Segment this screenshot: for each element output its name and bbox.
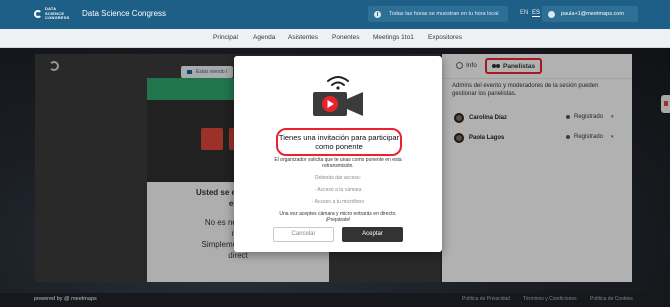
speaker-invitation-modal: Tienes una invitación para participar co…: [234, 56, 442, 252]
user-menu[interactable]: paula+1@meetmaps.com: [542, 6, 638, 22]
modal-subtitle: El organizador solicita que te unas como…: [274, 157, 402, 169]
nav-principal[interactable]: Principal: [213, 34, 238, 41]
logo-mark-icon: [34, 9, 42, 18]
language-es[interactable]: ES: [532, 10, 541, 17]
nav-agenda[interactable]: Agenda: [253, 34, 275, 41]
nav-ponentes[interactable]: Ponentes: [332, 34, 359, 41]
logo-line: CONGRESS: [45, 15, 70, 20]
footer-link-privacy[interactable]: Política de Privacidad: [462, 296, 510, 302]
footer-link-cookies[interactable]: Política de Cookies: [590, 296, 633, 302]
powered-by: powered by @ meetmaps: [34, 296, 97, 302]
top-header: DATA SCIENCE CONGRESS Data Science Congr…: [0, 0, 670, 29]
nav-asistentes[interactable]: Asistentes: [288, 34, 318, 41]
cancel-button[interactable]: Cancelar: [273, 227, 334, 242]
footer-link-terms[interactable]: Términos y Condiciones: [523, 296, 577, 302]
language-en[interactable]: EN: [520, 10, 528, 16]
permission-mic: · Acceso a tu micrófono: [311, 199, 365, 205]
timezone-text: Todas las horas se muestran en tu hora l…: [389, 11, 499, 17]
clock-icon: [374, 10, 381, 18]
main-nav: Principal Agenda Asistentes Ponentes Mee…: [0, 29, 670, 48]
video-camera-icon: [313, 76, 363, 116]
user-email: paula+1@meetmaps.com: [561, 11, 624, 17]
footer: powered by @ meetmaps Política de Privac…: [0, 293, 670, 307]
accept-button[interactable]: Aceptar: [342, 227, 403, 242]
nav-expositores[interactable]: Expositores: [428, 34, 462, 41]
event-logo[interactable]: DATA SCIENCE CONGRESS: [34, 6, 70, 21]
permissions-intro: Deberás dar acceso:: [314, 175, 362, 181]
modal-ready: ¡Prepárate!: [325, 217, 351, 223]
permission-camera: · Acceso a tu cámara: [314, 187, 362, 193]
event-title: Data Science Congress: [82, 9, 167, 18]
nav-meetings[interactable]: Meetings 1to1: [373, 34, 414, 41]
modal-title: Tienes una invitación para participar co…: [276, 128, 402, 156]
timezone-notice: Todas las horas se muestran en tu hora l…: [368, 6, 508, 22]
user-icon: [548, 10, 555, 18]
